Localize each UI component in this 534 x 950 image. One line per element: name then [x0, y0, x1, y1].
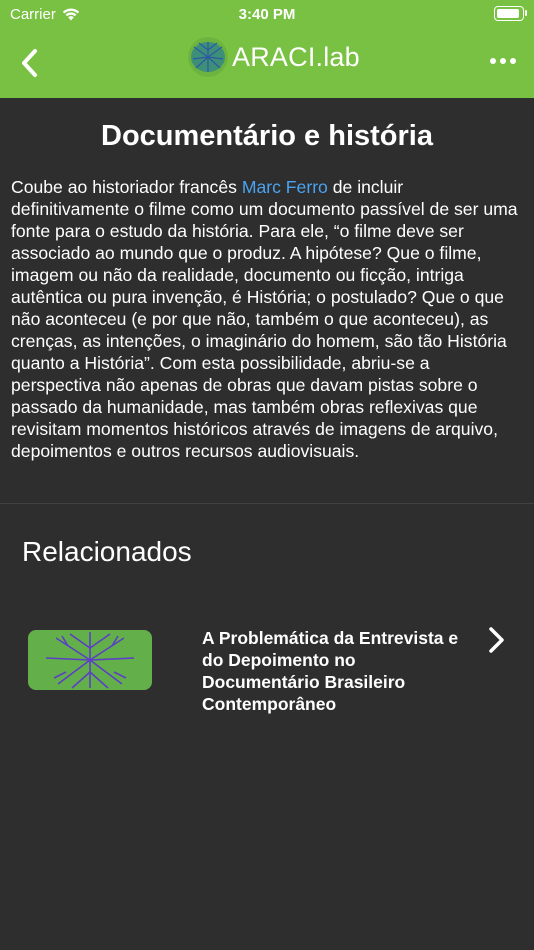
status-bar: Carrier 3:40 PM: [0, 0, 534, 28]
related-item[interactable]: A Problemática da Entrevista e do Depoim…: [0, 618, 534, 748]
article-text-end: de incluir definitivamente o filme como …: [11, 177, 518, 461]
chevron-right-icon: [489, 627, 504, 653]
more-icon[interactable]: [490, 58, 516, 64]
top-bar: Carrier 3:40 PM ARACI.lab: [0, 0, 534, 98]
navigation-bar: ARACI.lab: [0, 28, 534, 98]
status-time: 3:40 PM: [238, 6, 296, 23]
battery-icon: [494, 6, 527, 21]
back-chevron-icon[interactable]: [16, 46, 44, 80]
leaf-logo-icon: [188, 37, 228, 77]
article: Documentário e história Coube ao histori…: [0, 98, 534, 714]
related-heading: Relacionados: [22, 536, 192, 567]
related-item-title: A Problemática da Entrevista e do Depoim…: [202, 628, 459, 714]
article-title: Documentário e história: [101, 120, 433, 152]
brand: ARACI.lab: [188, 37, 360, 77]
brand-name: ARACI.lab: [232, 41, 360, 72]
article-text-start: Coube ao historiador francês: [11, 177, 242, 197]
related-thumbnail: [26, 628, 154, 692]
divider: [0, 503, 534, 504]
marc-ferro-link[interactable]: Marc Ferro: [242, 177, 328, 197]
article-body: Coube ao historiador francês Marc Ferro …: [11, 176, 523, 462]
